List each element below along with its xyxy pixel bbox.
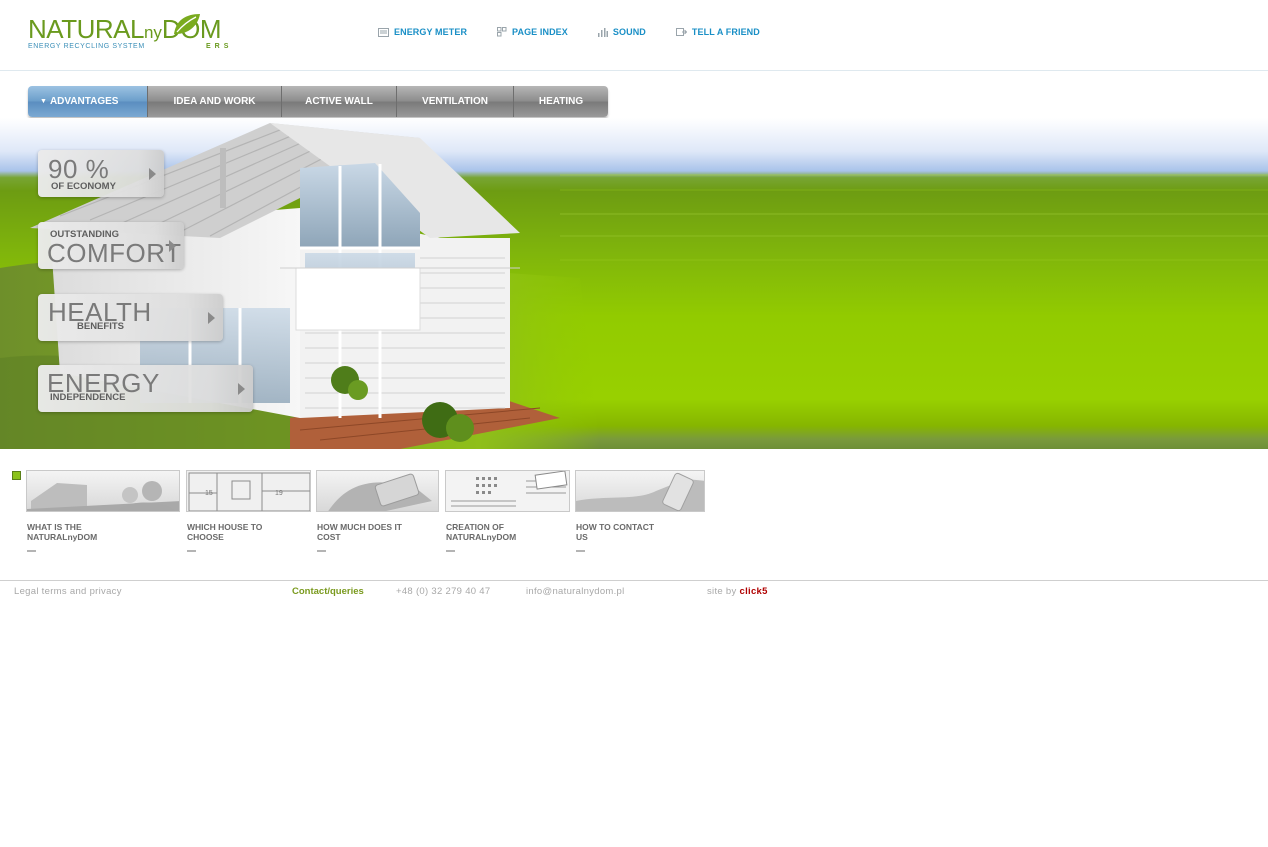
site-header: NATURALnyDOM ENERGY RECYCLING SYSTEM ERS… [0, 0, 1268, 71]
advantage-energy-button[interactable]: ENERGY INDEPENDENCE [38, 365, 253, 412]
tab-advantages[interactable]: ▼ ADVANTAGES [28, 86, 147, 117]
thumb-divider [576, 550, 585, 552]
advantage-economy-big: 90 % [48, 154, 110, 184]
thumb-how-much-label: HOW MUCH DOES IT COST [317, 522, 402, 542]
advantage-economy-button[interactable]: 90 % OF ECONOMY [38, 150, 164, 197]
footer-divider [0, 580, 1268, 581]
tab-ventilation-label: VENTILATION [422, 96, 488, 107]
thumb-creation-label: CREATION OF NATURALnyDOM [446, 522, 517, 542]
tell-a-friend-label: TELL A FRIEND [691, 27, 760, 37]
email-link[interactable]: info@naturalnydom.pl [526, 586, 625, 597]
advantage-comfort-button[interactable]: OUTSTANDING COMFORT [38, 222, 184, 269]
thumb-which-house-label: WHICH HOUSE TO CHOOSE [187, 522, 263, 542]
tab-heating-label: HEATING [538, 96, 584, 107]
tab-advantages-label: ADVANTAGES [49, 96, 119, 107]
advantage-health-button[interactable]: HEALTH BENEFITS [38, 294, 223, 341]
tab-heating[interactable]: HEATING [513, 86, 608, 117]
svg-text:15: 15 [205, 490, 213, 497]
contact-queries-link[interactable]: Contact/queries [292, 586, 364, 597]
page-index-label: PAGE INDEX [512, 27, 568, 37]
thumb-contact-label: HOW TO CONTACT US [576, 522, 655, 542]
advantage-energy-small: INDEPENDENCE [50, 392, 126, 403]
energy-meter-link[interactable]: ENERGY METER [378, 24, 467, 40]
energy-meter-label: ENERGY METER [394, 27, 468, 37]
main-navigation: ▼ ADVANTAGES IDEA AND WORK ACTIVE WALL V… [28, 86, 608, 117]
thumb-creation-image [445, 470, 570, 512]
tab-active-wall[interactable]: ACTIVE WALL [281, 86, 396, 117]
logo-tagline: ENERGY RECYCLING SYSTEM [28, 43, 145, 50]
sound-label: SOUND [612, 27, 646, 37]
caret-down-icon: ▼ [40, 98, 47, 105]
thumb-divider [317, 550, 326, 552]
sound-icon [597, 27, 608, 37]
naturalnydom-logo[interactable]: NATURALnyDOM ENERGY RECYCLING SYSTEM ERS [28, 12, 234, 54]
tell-a-friend-icon [675, 27, 687, 37]
site-credit[interactable]: site by click5 [707, 586, 768, 597]
page-index-icon [497, 27, 507, 37]
svg-text:19: 19 [275, 490, 283, 497]
tab-idea-and-work[interactable]: IDEA AND WORK [147, 86, 281, 117]
thumb-divider [27, 550, 36, 552]
thumb-how-much-image [316, 470, 439, 512]
advantage-health-small: BENEFITS [77, 321, 124, 332]
tab-active-wall-label: ACTIVE WALL [305, 96, 373, 107]
thumb-which-house-image: 15 19 [186, 470, 311, 512]
tab-ventilation[interactable]: VENTILATION [396, 86, 513, 117]
phone-number: +48 (0) 32 279 40 47 [396, 586, 491, 597]
advantage-comfort-big: COMFORT [47, 238, 182, 268]
arrow-right-icon [238, 382, 245, 395]
utility-links: ENERGY METER PAGE INDEX SOUND TELL A FRI… [378, 24, 790, 40]
advantage-economy-small: OF ECONOMY [51, 181, 116, 192]
thumb-contact-image [575, 470, 705, 512]
legal-terms-link[interactable]: Legal terms and privacy [14, 586, 122, 597]
tell-a-friend-link[interactable]: TELL A FRIEND [675, 24, 760, 40]
site-by-label: site by [707, 586, 737, 597]
arrow-right-icon [208, 311, 215, 324]
section-marker-icon [12, 471, 21, 480]
sound-link[interactable]: SOUND [597, 24, 646, 40]
leaf-icon [174, 14, 200, 34]
thumb-what-is-image [26, 470, 180, 512]
page-index-link[interactable]: PAGE INDEX [497, 24, 568, 40]
thumb-divider [446, 550, 455, 552]
thumb-divider [187, 550, 196, 552]
arrow-right-icon [169, 239, 176, 252]
logo-ers: ERS [206, 43, 233, 50]
arrow-right-icon [149, 167, 156, 180]
energy-meter-icon [378, 27, 389, 37]
click5-brand: click5 [739, 586, 768, 597]
tab-idea-and-work-label: IDEA AND WORK [173, 96, 256, 107]
thumb-what-is-label: WHAT IS THE NATURALnyDOM [27, 522, 98, 542]
hero-banner: 90 % OF ECONOMY OUTSTANDING COMFORT HEAL… [0, 118, 1268, 449]
